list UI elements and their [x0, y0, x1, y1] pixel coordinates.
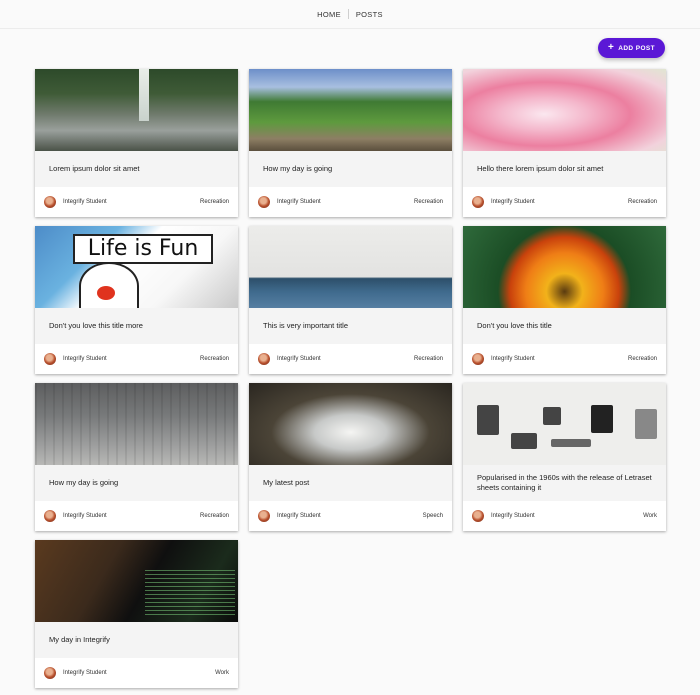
nav-posts-link[interactable]: POSTS: [349, 10, 390, 19]
post-title: Lorem ipsum dolor sit amet: [35, 151, 238, 187]
top-navigation-bar: HOME POSTS: [0, 0, 700, 29]
author-avatar: [44, 667, 56, 679]
nav-links: HOME POSTS: [310, 9, 390, 19]
post-footer: Integrify Student Recreation: [249, 187, 452, 217]
post-author: Integrify Student: [63, 356, 107, 362]
life-is-fun-cartoon: Life is Fun: [35, 226, 238, 308]
post-category: Recreation: [627, 356, 657, 362]
post-category: Work: [643, 513, 657, 519]
add-post-button[interactable]: + ADD POST: [598, 38, 665, 58]
post-category: Speech: [422, 513, 443, 519]
gadget-shape: [635, 409, 657, 439]
post-footer: Integrify Student Recreation: [35, 187, 238, 217]
gadgets-flatlay-photo: [463, 383, 666, 465]
post-card[interactable]: Lorem ipsum dolor sit amet Integrify Stu…: [35, 69, 238, 217]
post-footer: Integrify Student Recreation: [463, 344, 666, 374]
cartoon-mouth: [97, 286, 115, 300]
gadget-shape: [543, 407, 561, 425]
post-card[interactable]: How my day is going Integrify Student Re…: [35, 383, 238, 531]
post-card[interactable]: This is very important title Integrify S…: [249, 226, 452, 374]
post-title: How my day is going: [35, 465, 238, 501]
post-card[interactable]: Hello there lorem ipsum dolor sit amet I…: [463, 69, 666, 217]
forest-river-photo: [249, 69, 452, 151]
laptop-code-photo: [35, 540, 238, 622]
post-title: Don't you love this title more: [35, 308, 238, 344]
post-category: Work: [215, 670, 229, 676]
pink-dahlia-photo: [463, 69, 666, 151]
post-card[interactable]: Don't you love this title Integrify Stud…: [463, 226, 666, 374]
author-avatar: [472, 353, 484, 365]
post-title: How my day is going: [249, 151, 452, 187]
gadget-shape: [511, 433, 537, 449]
post-card[interactable]: My latest post Integrify Student Speech: [249, 383, 452, 531]
post-title: My day in Integrify: [35, 622, 238, 658]
post-author: Integrify Student: [63, 670, 107, 676]
post-card[interactable]: How my day is going Integrify Student Re…: [249, 69, 452, 217]
post-category: Recreation: [627, 199, 657, 205]
author-avatar: [472, 196, 484, 208]
author-avatar: [258, 196, 270, 208]
nav-home-link[interactable]: HOME: [310, 10, 348, 19]
author-avatar: [44, 353, 56, 365]
post-author: Integrify Student: [63, 199, 107, 205]
post-category: Recreation: [199, 356, 229, 362]
author-avatar: [44, 510, 56, 522]
plus-icon: +: [607, 42, 615, 53]
author-avatar: [258, 353, 270, 365]
post-author: Integrify Student: [63, 513, 107, 519]
post-footer: Integrify Student Recreation: [463, 187, 666, 217]
post-footer: Integrify Student Recreation: [35, 501, 238, 531]
post-footer: Integrify Student Work: [35, 658, 238, 688]
post-author: Integrify Student: [277, 356, 321, 362]
post-author: Integrify Student: [491, 356, 535, 362]
post-author: Integrify Student: [491, 199, 535, 205]
post-footer: Integrify Student Work: [463, 501, 666, 531]
gadget-shape: [551, 439, 591, 447]
post-footer: Integrify Student Recreation: [35, 344, 238, 374]
post-author: Integrify Student: [491, 513, 535, 519]
post-title: Don't you love this title: [463, 308, 666, 344]
waterfall-photo: [35, 69, 238, 151]
post-title: This is very important title: [249, 308, 452, 344]
post-category: Recreation: [199, 199, 229, 205]
post-author: Integrify Student: [277, 199, 321, 205]
post-title: Popularised in the 1960s with the releas…: [463, 465, 666, 501]
orange-gerbera-photo: [463, 226, 666, 308]
post-category: Recreation: [413, 199, 443, 205]
add-post-label: ADD POST: [618, 44, 656, 52]
cartoon-sign: Life is Fun: [73, 234, 213, 264]
post-author: Integrify Student: [277, 513, 321, 519]
author-avatar: [472, 510, 484, 522]
building-wall-photo: [35, 383, 238, 465]
post-title: Hello there lorem ipsum dolor sit amet: [463, 151, 666, 187]
post-title: My latest post: [249, 465, 452, 501]
post-card[interactable]: Popularised in the 1960s with the releas…: [463, 383, 666, 531]
post-footer: Integrify Student Speech: [249, 501, 452, 531]
post-category: Recreation: [413, 356, 443, 362]
sea-horizon-photo: [249, 226, 452, 308]
post-footer: Integrify Student Recreation: [249, 344, 452, 374]
gadget-shape: [591, 405, 613, 433]
author-avatar: [44, 196, 56, 208]
cartoon-face: [79, 262, 139, 308]
post-category: Recreation: [199, 513, 229, 519]
gadget-shape: [477, 405, 499, 435]
post-card[interactable]: My day in Integrify Integrify Student Wo…: [35, 540, 238, 688]
posts-grid: Lorem ipsum dolor sit amet Integrify Stu…: [35, 69, 666, 688]
seagull-photo: [249, 383, 452, 465]
author-avatar: [258, 510, 270, 522]
post-card[interactable]: Life is Fun Don't you love this title mo…: [35, 226, 238, 374]
